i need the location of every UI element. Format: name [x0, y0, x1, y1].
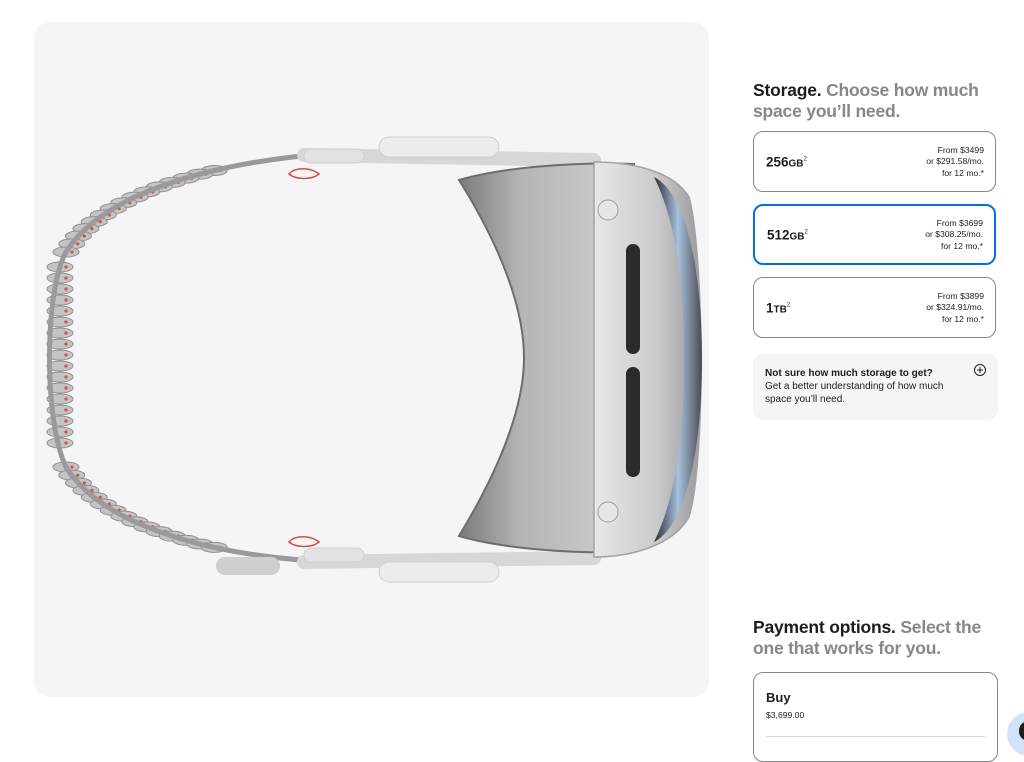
storage-option-256gb[interactable]: 256GB2 From $3499 or $291.58/mo. for 12 …: [753, 131, 996, 192]
storage-price: From $3499 or $291.58/mo. for 12 mo.*: [926, 144, 984, 178]
knit-accent: [64, 342, 68, 346]
knit-accent: [70, 465, 74, 469]
knit-accent: [64, 320, 68, 324]
storage-help-box[interactable]: Not sure how much storage to get? Get a …: [753, 354, 998, 420]
solo-knit-band: [46, 165, 228, 553]
product-image-panel: [34, 22, 709, 697]
knit-accent: [64, 364, 68, 368]
knit-accent: [64, 375, 68, 379]
buy-price: $3,699.00: [766, 710, 805, 720]
knit-accent: [64, 408, 68, 412]
payment-option-buy[interactable]: Buy $3,699.00: [753, 672, 998, 762]
knit-accent: [82, 234, 86, 238]
knit-accent: [64, 331, 68, 335]
storage-price: From $3899 or $324.91/mo. for 12 mo.*: [926, 290, 984, 324]
knit-accent: [64, 441, 68, 445]
knit-accent: [64, 386, 68, 390]
chat-icon: [1019, 722, 1024, 740]
knit-accent: [76, 242, 80, 246]
knit-accent: [64, 309, 68, 313]
payment-heading: Payment options. Select the one that wor…: [753, 617, 998, 659]
divider: [766, 736, 985, 737]
knit-rib: [46, 426, 74, 438]
knit-accent: [70, 250, 74, 254]
payment-heading-bold: Payment options.: [753, 617, 896, 637]
storage-option-1tb[interactable]: 1TB2 From $3899 or $324.91/mo. for 12 mo…: [753, 277, 996, 338]
knit-accent: [64, 430, 68, 434]
knit-accent: [64, 265, 68, 269]
storage-heading-bold: Storage.: [753, 80, 822, 100]
knit-rib: [46, 283, 74, 295]
storage-heading: Storage. Choose how much space you’ll ne…: [753, 80, 998, 122]
knit-accent: [64, 353, 68, 357]
vision-pro-image: [46, 136, 702, 583]
storage-help-title: Not sure how much storage to get?: [765, 368, 933, 379]
storage-price: From $3699 or $308.25/mo. for 12 mo.*: [925, 217, 983, 251]
storage-option-512gb[interactable]: 512GB2 From $3699 or $308.25/mo. for 12 …: [753, 204, 996, 265]
storage-size: 512GB2: [767, 227, 808, 242]
knit-accent: [64, 276, 68, 280]
storage-size: 256GB2: [766, 154, 807, 169]
knit-accent: [64, 287, 68, 291]
buy-title: Buy: [766, 690, 791, 705]
knit-accent: [76, 473, 80, 477]
knit-accent: [64, 397, 68, 401]
knit-accent: [64, 298, 68, 302]
storage-help-body: Get a better understanding of how much s…: [765, 381, 944, 405]
knit-accent: [82, 481, 86, 485]
plus-circle-icon[interactable]: [974, 364, 986, 376]
storage-size: 1TB2: [766, 300, 791, 315]
knit-accent: [64, 419, 68, 423]
chat-help-button[interactable]: [1007, 712, 1024, 756]
